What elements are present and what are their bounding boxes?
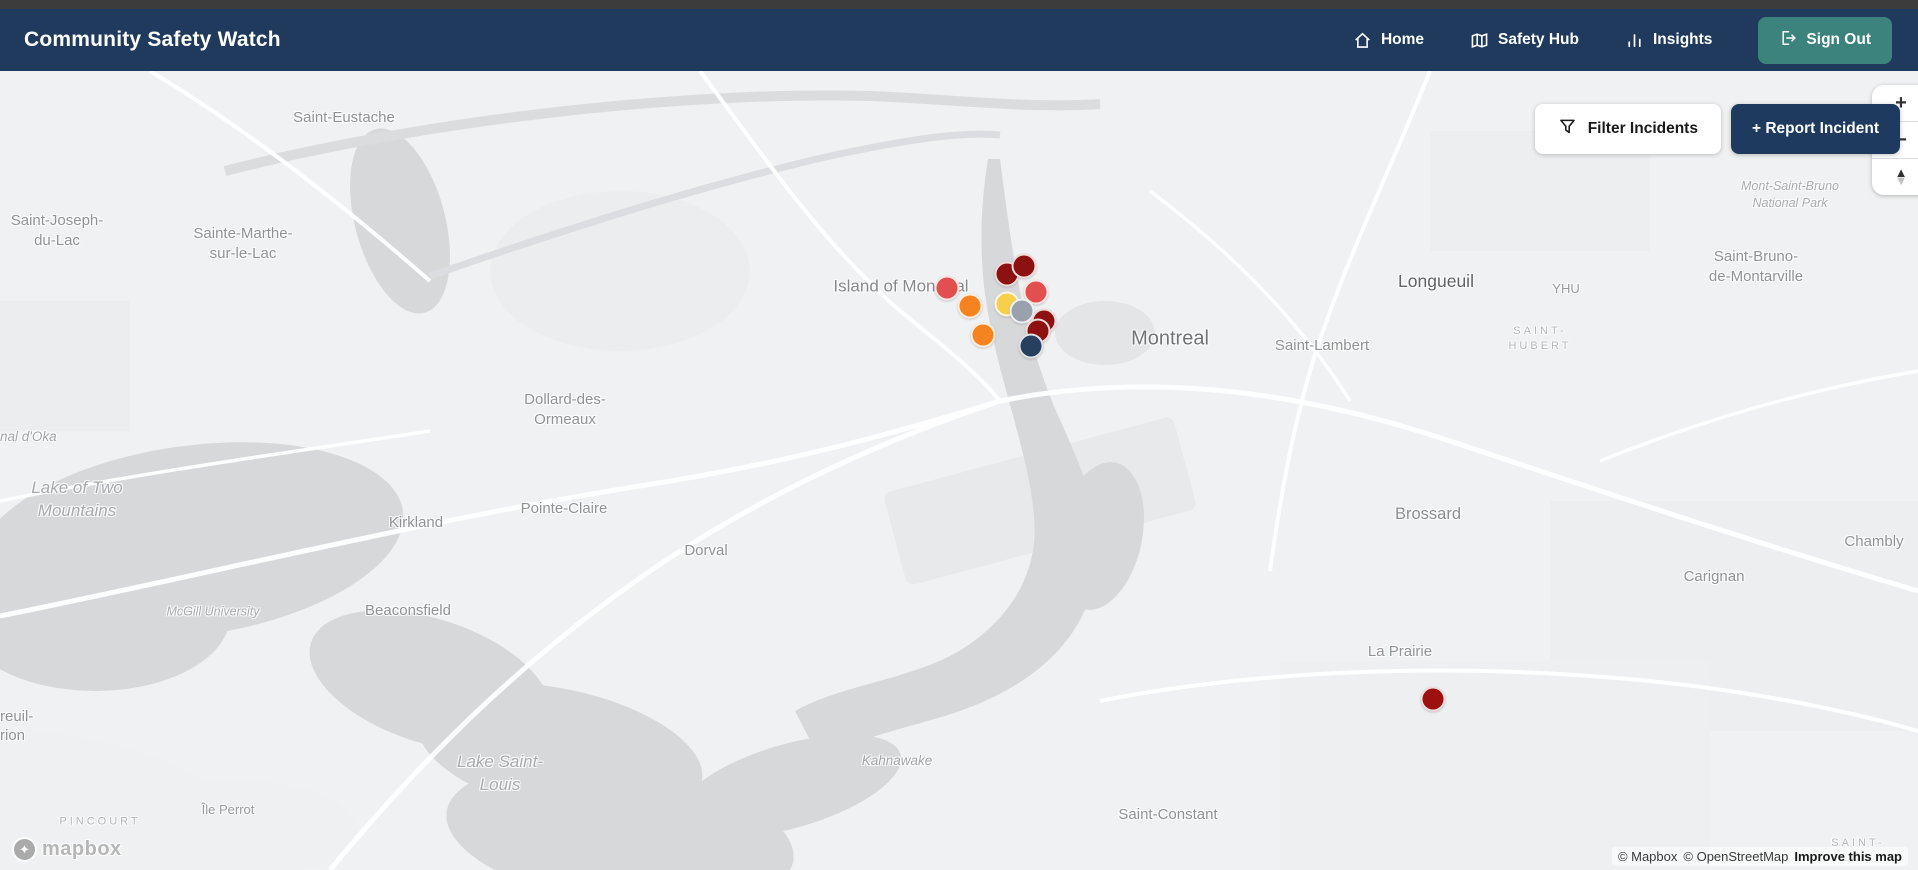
improve-map-link[interactable]: Improve this map <box>1794 849 1902 864</box>
nav-item-safety-hub[interactable]: Safety Hub <box>1470 31 1579 50</box>
map-toolbar: Filter Incidents + Report Incident <box>1534 104 1900 154</box>
incident-marker[interactable] <box>1011 253 1037 279</box>
funnel-icon <box>1558 117 1577 141</box>
filter-incidents-button[interactable]: Filter Incidents <box>1534 104 1721 154</box>
report-incident-button[interactable]: + Report Incident <box>1730 104 1900 154</box>
attribution-osm[interactable]: © OpenStreetMap <box>1683 849 1788 864</box>
incident-marker[interactable] <box>970 322 996 348</box>
attribution-mapbox[interactable]: © Mapbox <box>1618 849 1677 864</box>
incident-marker[interactable] <box>957 293 983 319</box>
window-chrome-strip <box>0 0 1918 9</box>
bar-chart-icon <box>1625 31 1644 50</box>
map[interactable]: + − ▲ ▼ Filter Incidents + Report Incide… <box>0 71 1918 870</box>
mapbox-pin-icon: ✦ <box>12 837 37 862</box>
home-icon <box>1353 31 1372 50</box>
pitch-down-icon: ▼ <box>1894 173 1908 188</box>
map-icon <box>1470 31 1489 50</box>
app-header: Community Safety Watch Home Safety Hub I… <box>0 9 1918 71</box>
nav-item-home[interactable]: Home <box>1353 31 1424 50</box>
sign-out-icon <box>1779 29 1797 52</box>
compass-control[interactable]: ▲ ▼ <box>1872 159 1918 195</box>
mapbox-logo[interactable]: ✦ mapbox <box>12 837 122 862</box>
basemap-art <box>0 71 1918 870</box>
mapbox-wordmark: mapbox <box>42 838 122 860</box>
incident-marker[interactable] <box>1420 686 1446 712</box>
main-nav: Home Safety Hub Insights Sign Out <box>1353 16 1892 64</box>
map-attribution: © Mapbox © OpenStreetMap Improve this ma… <box>1611 847 1908 866</box>
incident-marker[interactable] <box>934 275 960 301</box>
app-title: Community Safety Watch <box>24 28 281 51</box>
nav-item-insights[interactable]: Insights <box>1625 31 1712 50</box>
sign-out-button[interactable]: Sign Out <box>1758 16 1892 64</box>
incident-marker[interactable] <box>1018 333 1044 359</box>
